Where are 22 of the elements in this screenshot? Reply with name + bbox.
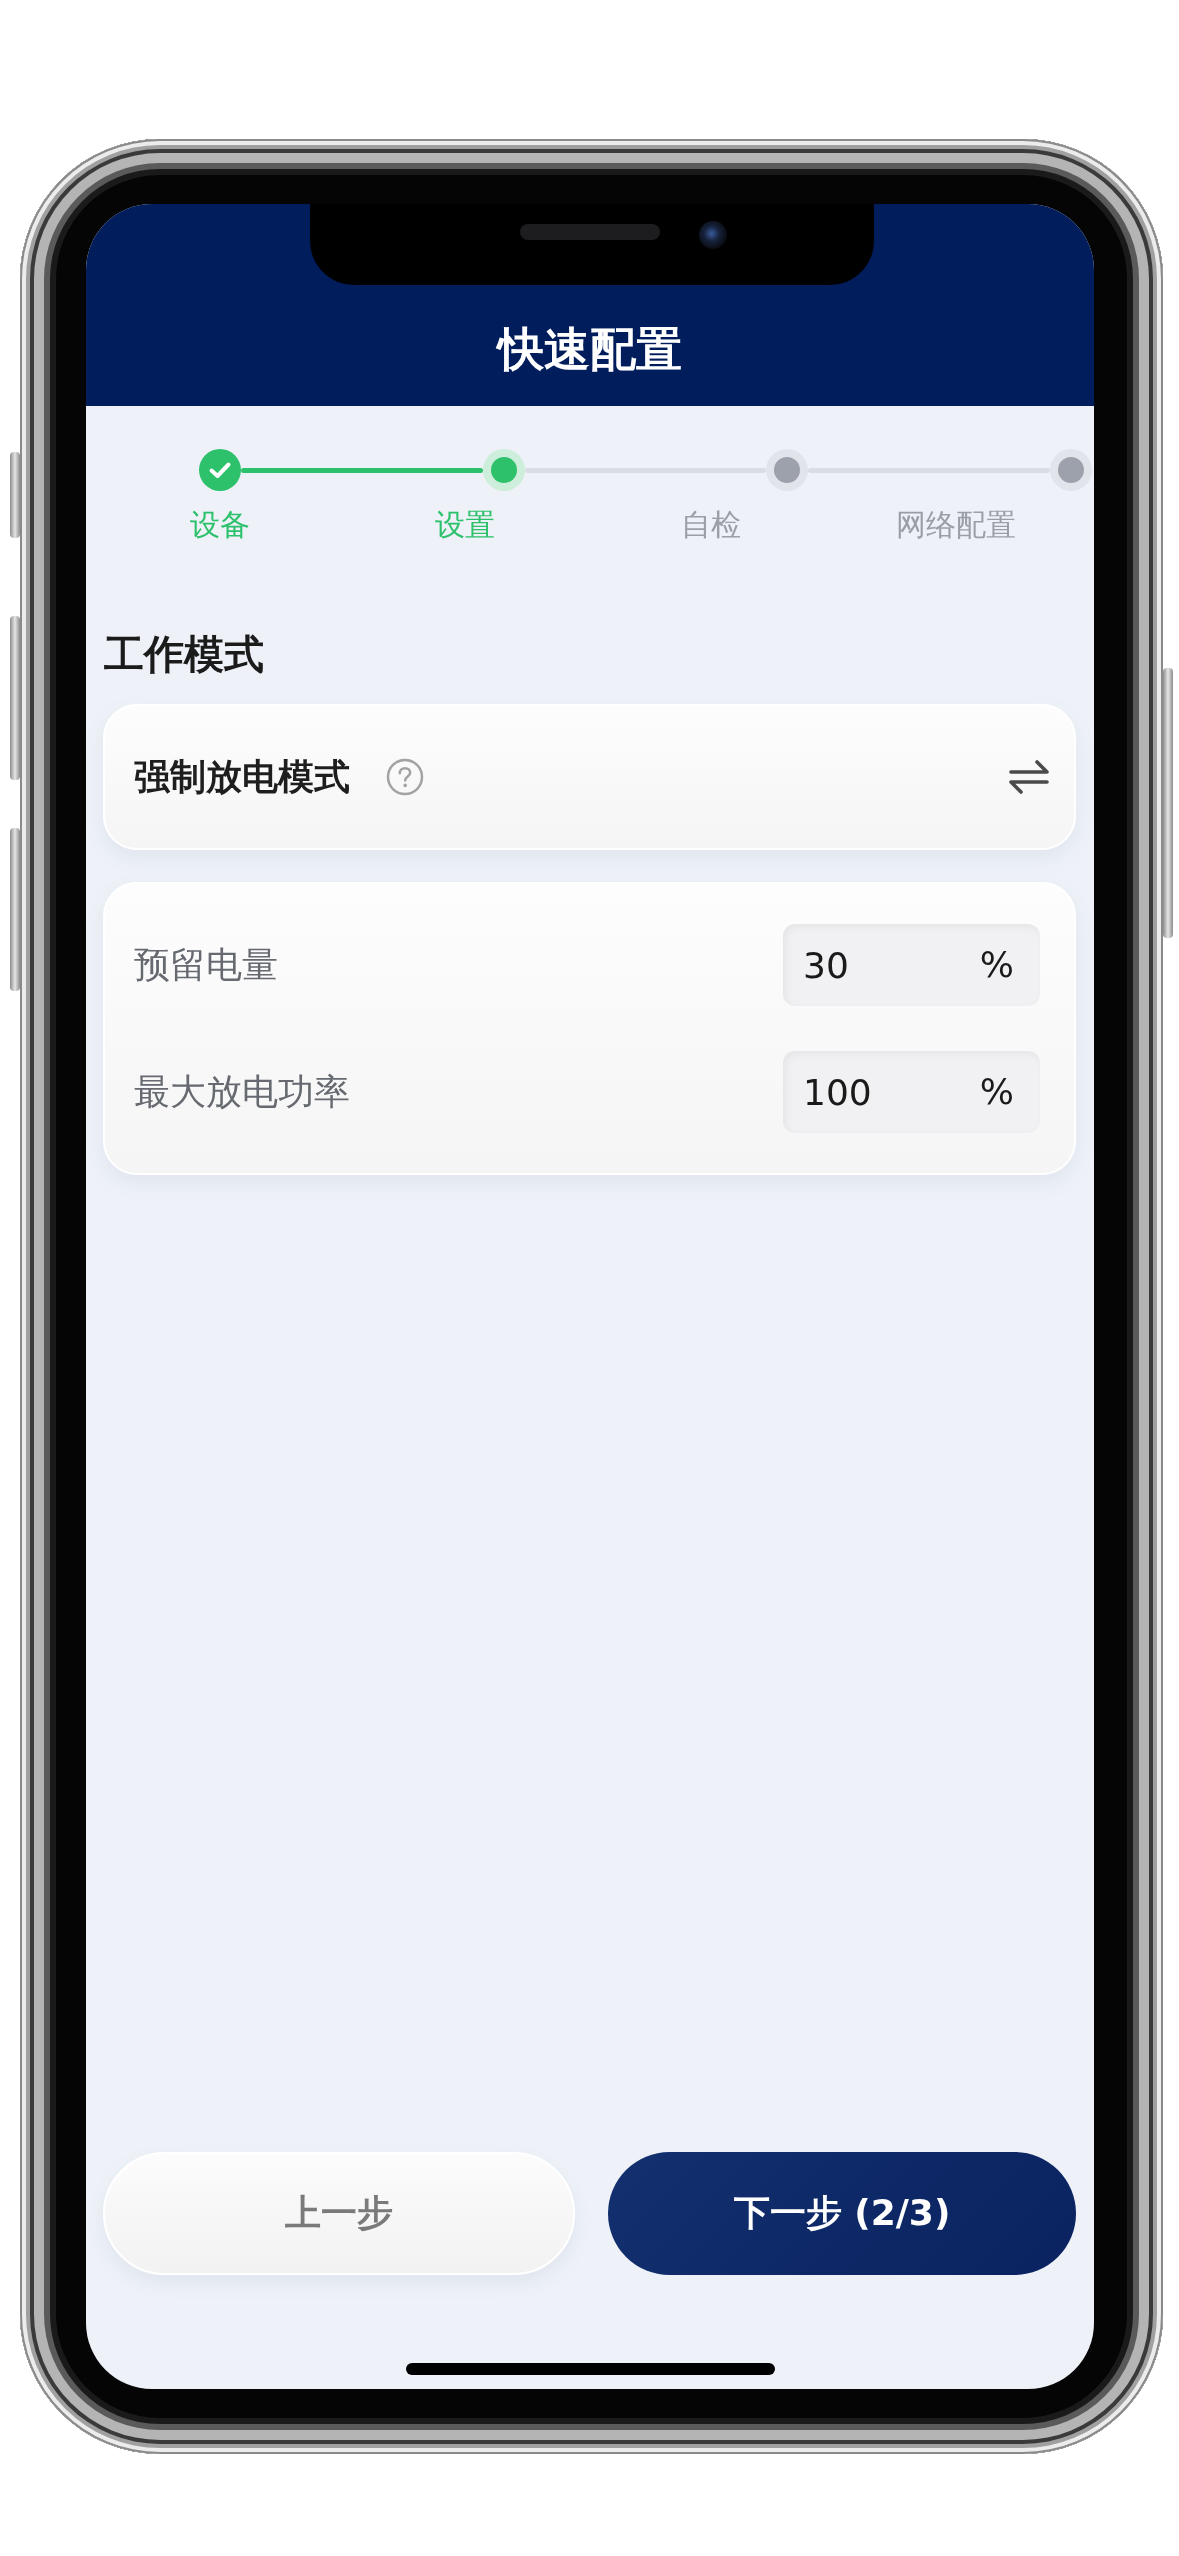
speaker-slot-icon (520, 224, 660, 240)
page-title: 快速配置 (498, 321, 682, 377)
step-label: 网络配置 (896, 506, 1017, 544)
swap-icon[interactable] (1008, 757, 1050, 797)
step-label: 自检 (680, 506, 741, 544)
unit-label: % (979, 943, 1014, 987)
back-button[interactable]: 上一步 (103, 2152, 575, 2275)
field-label: 最大放电功率 (134, 1070, 350, 1114)
unit-label: % (979, 1070, 1014, 1114)
step-label: 设备 (189, 506, 250, 544)
help-icon[interactable] (386, 758, 424, 796)
mode-card[interactable]: 强制放电模式 (103, 704, 1076, 850)
step-label: 设置 (435, 506, 496, 544)
mode-name: 强制放电模式 (134, 755, 350, 799)
next-button[interactable]: 下一步 (2/3) (608, 2152, 1076, 2275)
side-button[interactable] (10, 452, 20, 538)
camera-lens-icon (699, 221, 727, 249)
side-button[interactable] (10, 828, 20, 991)
section-title: 工作模式 (104, 630, 264, 679)
field-label: 预留电量 (134, 943, 278, 987)
side-button[interactable] (10, 616, 20, 780)
side-button[interactable] (1163, 668, 1173, 938)
